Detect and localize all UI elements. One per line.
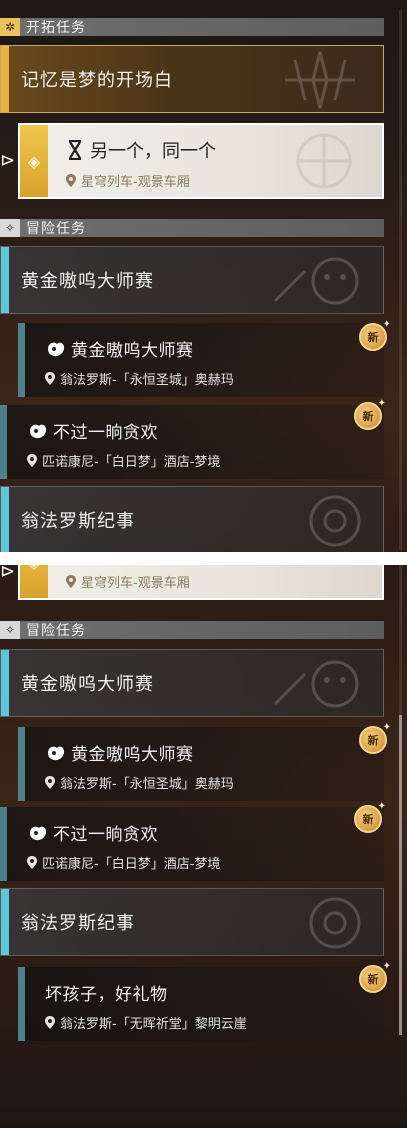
mission-accent-bar	[18, 323, 25, 397]
mission-title-text: 坏孩子，好礼物	[45, 985, 168, 1005]
mission-location-text: 星穹列车-观景车厢	[81, 576, 190, 591]
mission-item-golden[interactable]: 黄金嗷呜大师赛 翁法罗斯-「永恒圣城」奥赫玛	[18, 727, 384, 801]
mission-location-text: 翁法罗斯-「无晖祈堂」黎明云崖	[60, 1017, 247, 1032]
trailblaze-group-card[interactable]: 记忆是梦的开场白	[0, 45, 384, 113]
mission-title: 黄金嗷呜大师赛	[45, 336, 194, 361]
adventure-group-golden[interactable]: 黄金嗷呜大师赛	[0, 246, 384, 314]
mission-location: 星穹列车-观景车厢	[66, 572, 190, 591]
mascot-decoration-icon	[273, 660, 359, 708]
train-emblem-decoration-icon	[296, 133, 352, 189]
mission-location: 匹诺康尼-「白日梦」酒店-梦境	[27, 853, 220, 872]
new-badge: 新	[359, 319, 391, 351]
mission-title-text: 黄金嗷呜大师赛	[71, 341, 194, 361]
mission-accent-bar	[18, 727, 25, 801]
mission-title-text: 不过一晌贪欢	[53, 825, 158, 845]
group-title: 翁法罗斯纪事	[21, 913, 135, 934]
mission-location: 翁法罗斯-「永恒圣城」奥赫玛	[45, 369, 234, 388]
scrollbar-thumb[interactable]	[399, 715, 402, 1035]
section-label: 冒险任务	[26, 623, 86, 639]
adventure-mission-header: ✧ 冒险任务	[0, 621, 384, 639]
mission-type-icon	[45, 339, 67, 359]
selected-mission-card[interactable]: ◈ 另一个，同一个 星穹列车-观景车厢	[18, 123, 384, 199]
amphoreus-emblem-decoration-icon	[309, 495, 361, 547]
mission-list-panel-bottom: ⊳ ◈ 星穹列车-观景车厢 ✧ 冒险任务 黄金嗷呜大师赛	[0, 565, 407, 1128]
mission-title-text: 另一个，同一个	[90, 141, 216, 162]
mission-title-text: 黄金嗷呜大师赛	[71, 745, 194, 765]
location-pin-icon	[66, 575, 76, 588]
section-label: 冒险任务	[26, 221, 86, 237]
new-badge: 新	[359, 961, 391, 993]
mission-accent-bar	[0, 405, 7, 479]
mission-item-golden[interactable]: 黄金嗷呜大师赛 翁法罗斯-「永恒圣城」奥赫玛	[18, 323, 384, 397]
new-badge: 新	[354, 801, 386, 833]
mission-location-text: 翁法罗斯-「永恒圣城」奥赫玛	[60, 777, 234, 792]
trailblaze-mission-header: ✲ 开拓任务	[0, 18, 384, 36]
mission-location: 翁法罗斯-「无晖祈堂」黎明云崖	[45, 1013, 247, 1032]
location-pin-icon	[27, 454, 37, 467]
adventure-star-icon: ✧	[0, 621, 20, 639]
mission-type-icon	[27, 421, 49, 441]
adventure-group-amphoreus[interactable]: 翁法罗斯纪事	[0, 486, 384, 552]
adventure-group-amphoreus[interactable]: 翁法罗斯纪事	[0, 888, 384, 956]
emblem-decoration-icon	[285, 51, 355, 109]
mission-title: 坏孩子，好礼物	[45, 980, 168, 1005]
group-title: 翁法罗斯纪事	[21, 511, 135, 532]
mission-location: 翁法罗斯-「永恒圣城」奥赫玛	[45, 773, 234, 792]
adventure-star-icon: ✧	[0, 219, 20, 237]
mission-item-fleeting[interactable]: 不过一晌贪欢 匹诺康尼-「白日梦」酒店-梦境	[0, 807, 384, 881]
adventure-mission-header: ✧ 冒险任务	[0, 219, 384, 237]
selected-mission-card-fragment[interactable]: ◈ 星穹列车-观景车厢	[18, 565, 384, 600]
group-accent-bar	[1, 247, 9, 313]
mission-list-panel-top: ✲ 开拓任务 记忆是梦的开场白 ⊳ ◈ 另一个，同一个 星穹列车-观景车厢 ✧ …	[0, 0, 407, 552]
scrollbar-track[interactable]	[399, 10, 402, 550]
mission-title: 不过一晌贪欢	[27, 820, 158, 845]
mission-title: 另一个，同一个	[66, 137, 216, 163]
group-accent-bar	[1, 650, 9, 716]
mission-title: 黄金嗷呜大师赛	[45, 740, 194, 765]
group-title: 黄金嗷呜大师赛	[21, 271, 154, 292]
mission-title: 不过一晌贪欢	[27, 418, 158, 443]
location-pin-icon	[27, 856, 37, 869]
new-badge: 新	[359, 722, 391, 754]
mascot-decoration-icon	[273, 257, 359, 305]
section-label: 开拓任务	[26, 20, 86, 36]
group-title: 记忆是梦的开场白	[21, 70, 173, 91]
mission-accent-bar	[18, 967, 25, 1041]
group-title: 黄金嗷呜大师赛	[21, 674, 154, 695]
mission-location-text: 星穹列车-观景车厢	[81, 175, 190, 190]
selected-arrow-icon: ⊳	[0, 150, 16, 171]
trailblaze-diamond-icon: ✲	[0, 18, 20, 36]
mission-location-text: 匹诺康尼-「白日梦」酒店-梦境	[42, 455, 221, 470]
mission-title-text: 不过一晌贪欢	[53, 423, 158, 443]
location-pin-icon	[45, 1016, 55, 1029]
new-badge: 新	[354, 398, 386, 430]
screenshot-seam	[0, 552, 407, 565]
location-pin-icon	[66, 174, 76, 187]
selected-diamond-icon: ◈	[20, 125, 48, 197]
mission-item-badkid[interactable]: 坏孩子，好礼物 翁法罗斯-「无晖祈堂」黎明云崖	[18, 967, 384, 1041]
selected-arrow-icon: ⊳	[0, 565, 16, 582]
mission-location: 匹诺康尼-「白日梦」酒店-梦境	[27, 451, 220, 470]
hourglass-icon	[69, 140, 81, 160]
selected-diamond-icon: ◈	[20, 565, 48, 598]
adventure-group-golden[interactable]: 黄金嗷呜大师赛	[0, 649, 384, 717]
group-accent-bar	[1, 487, 9, 552]
group-accent-bar	[1, 46, 9, 112]
mission-accent-bar	[0, 807, 7, 881]
amphoreus-emblem-decoration-icon	[309, 897, 361, 949]
mission-location-text: 匹诺康尼-「白日梦」酒店-梦境	[42, 857, 221, 872]
mission-item-fleeting[interactable]: 不过一晌贪欢 匹诺康尼-「白日梦」酒店-梦境	[0, 405, 384, 479]
mission-type-icon	[27, 823, 49, 843]
group-accent-bar	[1, 889, 9, 955]
location-pin-icon	[45, 776, 55, 789]
mission-location-text: 翁法罗斯-「永恒圣城」奥赫玛	[60, 373, 234, 388]
mission-type-icon	[45, 743, 67, 763]
location-pin-icon	[45, 372, 55, 385]
mission-location: 星穹列车-观景车厢	[66, 171, 190, 190]
